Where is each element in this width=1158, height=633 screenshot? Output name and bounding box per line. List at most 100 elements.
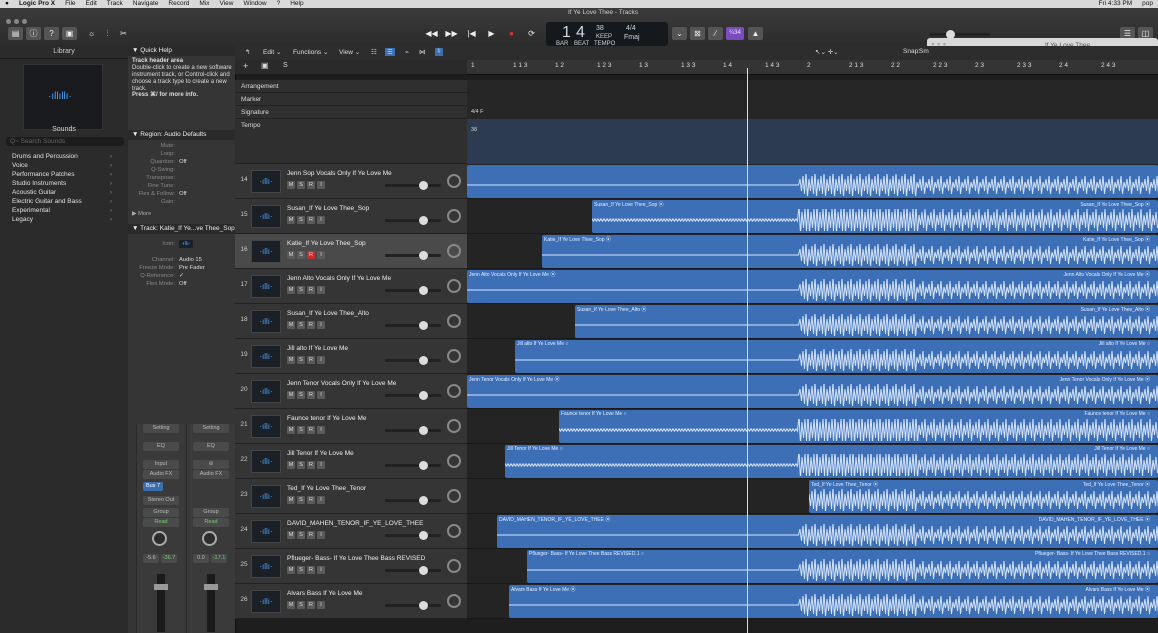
solo-button[interactable]: S [297,321,305,329]
track-pan-knob[interactable] [447,174,461,188]
track-header[interactable]: 22 ·ıllı· Jill Tenor If Ye Love Me M S R I [235,444,467,479]
replace-icon[interactable]: ⊠ [690,27,705,40]
record-enable-button[interactable]: R [307,531,315,539]
input-monitor-button[interactable]: I [317,286,325,294]
record-enable-button[interactable]: R [307,391,315,399]
playhead[interactable] [747,68,748,633]
strip-group-button[interactable]: Group [193,508,229,517]
track-pan-knob[interactable] [447,384,461,398]
menu-help[interactable]: Help [285,0,308,8]
track-name[interactable]: Alvars Bass If Ye Love Me [287,590,363,597]
track-name[interactable]: Jill Tenor If Ye Love Me [287,450,354,457]
track-pan-knob[interactable] [447,524,461,538]
cpu-badge[interactable]: ¼34 [726,27,744,40]
strip-volume-value[interactable]: 0.0 [193,554,209,563]
track-lane[interactable]: Susan_If Ye Love Thee_Sop ⦿ Susan_If Ye L… [467,199,1158,234]
menubar-user[interactable]: pop [1137,0,1158,8]
mute-button[interactable]: M [287,356,295,364]
solo-button[interactable]: S [297,356,305,364]
audio-region[interactable]: DAVID_MAHEN_TENOR_IF_YE_LOVE_THEE ⦿ DAVID… [497,515,1158,548]
more-toggle[interactable]: ▶ More [128,210,239,218]
track-name[interactable]: Susan_If Ye Love Thee_Alto [287,310,369,317]
record-enable-button[interactable]: R [307,601,315,609]
record-enable-button[interactable]: R [307,181,315,189]
menu-app[interactable]: Logic Pro X [14,0,60,8]
mute-button[interactable]: M [287,181,295,189]
mute-button[interactable]: M [287,601,295,609]
strip-pan-knob[interactable] [152,531,167,546]
region-header[interactable]: ▼ Region: Audio Defaults [128,130,239,140]
input-monitor-button[interactable]: I [317,601,325,609]
arrangement-lane[interactable] [467,80,1158,94]
track-lane[interactable]: Jenn Tenor Vocals Only If Ye Love Me ⦿ Je… [467,374,1158,409]
marker-lane[interactable] [467,93,1158,107]
track-pan-knob[interactable] [447,279,461,293]
snap-value[interactable]: Sm [919,48,929,55]
solo-button[interactable]: S [297,461,305,469]
track-header[interactable]: 25 ·ıllı· Pflueger- Bass- If Ye Love Thee … [235,549,467,584]
audio-region[interactable] [467,165,1158,198]
track-pan-knob[interactable] [447,419,461,433]
track-name[interactable]: Jenn Sop Vocals Only If Ye Love Me [287,170,392,177]
solo-button[interactable]: S [297,496,305,504]
track-volume-slider[interactable] [385,601,441,610]
region-param[interactable]: Transpose: [128,174,235,182]
track-name[interactable]: Jenn Tenor Vocals Only If Ye Love Me [287,380,396,387]
strip-audio-fx-button[interactable]: Audio FX [143,470,179,479]
record-enable-button[interactable]: R [307,356,315,364]
functions-menu[interactable]: Functions ⌄ [293,48,328,56]
region-param[interactable]: Flex & Follow: Off [128,190,235,198]
solo-button[interactable]: S [297,251,305,259]
mute-button[interactable]: M [287,566,295,574]
quick-help-icon[interactable]: ? [44,27,59,40]
mute-button[interactable]: M [287,251,295,259]
track-name[interactable]: Jill alto If Ye Love Me [287,345,348,352]
tempo-lane[interactable]: 38 [467,119,1158,165]
track-volume-slider[interactable] [385,356,441,365]
menu-window[interactable]: Window [238,0,271,8]
track-name[interactable]: Katie_If Ye Love Thee_Sop [287,240,366,247]
strip-volume-fader[interactable] [204,574,218,632]
audio-region[interactable]: Ted_If Ye Love Thee_Tenor ⦿ Ted_If Ye Lov… [809,480,1158,513]
track-lane[interactable] [467,164,1158,199]
solo-button[interactable]: S [297,391,305,399]
track-param[interactable]: Freeze Mode: Pre Fader [128,264,235,272]
track-name[interactable]: Pflueger- Bass- If Ye Love Thee Bass REV… [287,555,425,562]
track-pan-knob[interactable] [447,349,461,363]
menu-track[interactable]: Track [102,0,128,8]
signature-lane[interactable]: 4/4 F [467,106,1158,120]
track-lane[interactable]: Jenn Alto Vocals Only If Ye Love Me ⦿ Jen… [467,269,1158,304]
audio-region[interactable]: Jill Tenor If Ye Love Me ○ Jill Tenor If … [505,445,1158,478]
track-pan-knob[interactable] [447,594,461,608]
lcd-dropdown-icon[interactable]: ⌄ [672,27,687,40]
smart-controls-icon[interactable]: ☼ [84,27,99,40]
window-controls[interactable] [6,19,30,26]
input-monitor-button[interactable]: I [317,391,325,399]
track-volume-slider[interactable] [385,566,441,575]
record-icon[interactable]: ● [504,27,519,40]
rewind-icon[interactable]: ◀◀ [424,27,439,40]
track-header[interactable]: 20 ·ıllı· Jenn Tenor Vocals Only If Ye Lov… [235,374,467,409]
library-item[interactable]: Experimental › [12,206,120,215]
region-param[interactable]: Gain: [128,198,235,206]
library-item[interactable]: Performance Patches › [12,170,120,179]
track-lane[interactable]: DAVID_MAHEN_TENOR_IF_YE_LOVE_THEE ⦿ DAVID… [467,514,1158,549]
menubar-clock[interactable]: Fri 4:33 PM [1094,0,1138,8]
list-view-icon[interactable]: ☰ [385,48,395,56]
strip-automation-button[interactable]: Read [193,518,229,527]
track-name[interactable]: Susan_If Ye Love Thee_Sop [287,205,369,212]
master-volume-slider[interactable] [930,30,990,39]
strip-volume-value[interactable]: -5.6 [143,554,159,563]
track-volume-slider[interactable] [385,391,441,400]
library-item[interactable]: Legacy › [12,215,120,224]
solo-button[interactable]: S [297,286,305,294]
audio-region[interactable]: Katie_If Ye Love Thee_Sop ⦿ Katie_If Ye L… [542,235,1158,268]
record-enable-button[interactable]: R [307,461,315,469]
input-monitor-button[interactable]: I [317,216,325,224]
global-marker[interactable]: Marker [235,93,467,106]
strip-group-button[interactable]: Group [143,508,179,517]
track-volume-slider[interactable] [385,531,441,540]
add-track-icon[interactable]: + [243,61,248,71]
apple-icon[interactable]: ● [0,0,14,8]
mute-button[interactable]: M [287,461,295,469]
